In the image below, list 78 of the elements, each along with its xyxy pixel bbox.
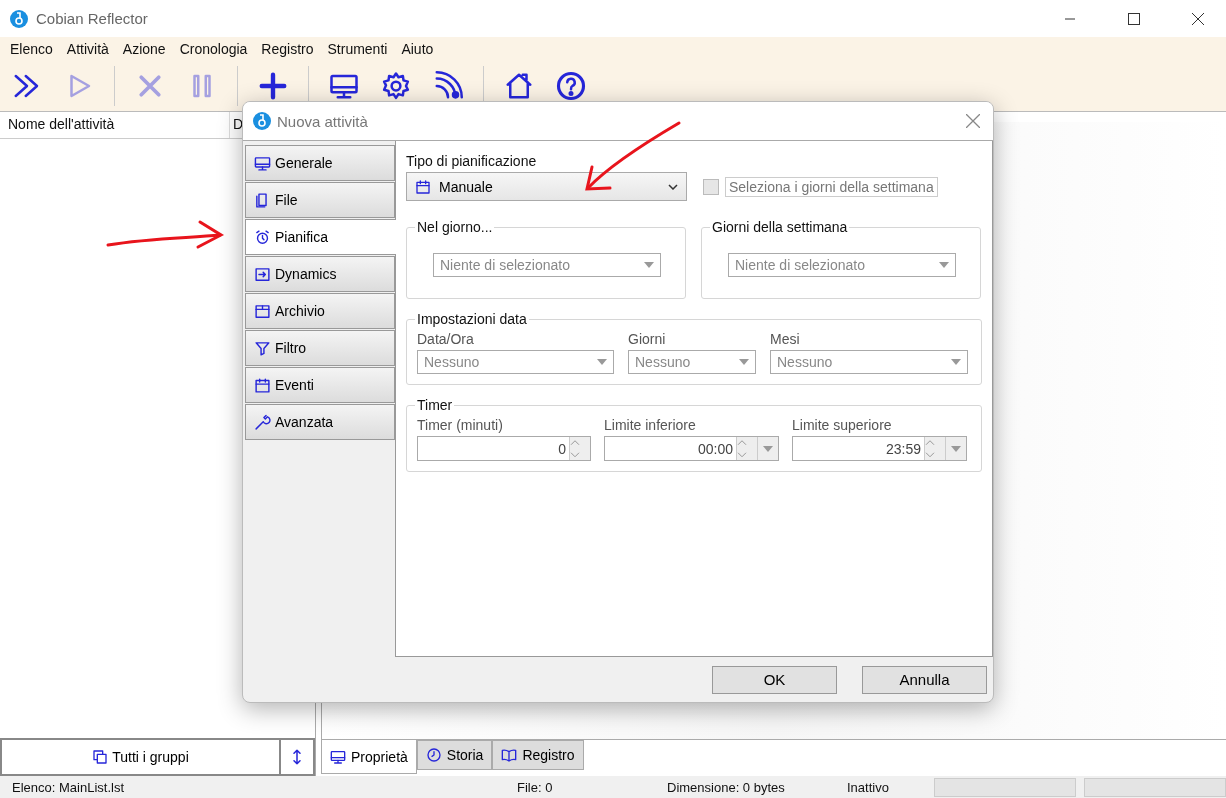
wrench-icon [254,413,271,431]
field-label: Limite superiore [792,417,893,433]
field-label: Mesi [770,331,801,347]
filter-icon [254,339,271,357]
field-label: Giorni [628,331,667,347]
monitor-icon [330,748,346,765]
column-header[interactable]: Nome dell'attività [0,112,230,138]
caret-icon [951,359,961,365]
status-text: Inattivo [847,779,889,795]
maximize-icon[interactable] [1128,12,1140,25]
gear-icon [381,71,411,101]
group-title: Nel giorno... [416,219,494,235]
field-label: Timer (minuti) [417,417,504,433]
dropdown[interactable]: Nessuno [770,350,968,374]
book-icon [501,747,518,763]
signal-icon [433,71,463,101]
chevron-icon [668,183,678,190]
disc-logo-icon [10,9,28,28]
caret-icon [739,359,749,365]
menu-item[interactable]: Azione [115,41,173,57]
tab[interactable]: Dynamics [245,256,395,292]
dialog-button[interactable]: OK [712,665,837,694]
question-icon [556,71,586,101]
menu-item[interactable]: Strumenti [320,41,395,57]
dialog-button[interactable]: Annulla [862,665,987,694]
tab[interactable]: Avanzata [245,404,395,440]
menu-item[interactable]: Attività [59,41,116,57]
alarm-clock-icon [254,228,271,246]
house-icon [504,71,534,101]
dropdown[interactable]: Nessuno [417,350,614,374]
checkbox-label: Seleziona i giorni della settimana [725,176,938,197]
tab[interactable]: Eventi [245,367,395,403]
field-label: Data/Ora [417,331,475,347]
tab[interactable]: Archivio [245,293,395,329]
caret-icon [763,445,773,452]
group-title: Impostazioni data [416,311,528,327]
tab[interactable]: Registro [492,740,584,770]
caret-icon [939,262,949,268]
dropdown[interactable]: Nessuno [628,350,756,374]
tab[interactable]: Proprietà [321,740,417,774]
menu-item[interactable]: Registro [254,41,321,57]
clock-icon [425,747,442,763]
field-label: Tipo di pianificazione [406,153,538,169]
close-icon[interactable] [1192,12,1204,25]
monitor-icon [254,154,271,172]
group-title: Timer [416,397,454,413]
spin-field[interactable]: 00:00 [604,436,779,461]
caret-icon [597,359,607,365]
schedule-type-dropdown[interactable]: Manuale [406,172,687,201]
dropdown[interactable]: Niente di selezionato [728,253,956,277]
toolbar-button[interactable] [554,69,588,103]
disc-logo-icon [253,112,271,130]
tab[interactable]: Pianifica [245,219,396,255]
spin-field[interactable]: 23:59 [792,436,967,461]
caret-icon [644,262,654,268]
dialog-title: Nuova attività [277,112,369,130]
plus-icon [258,71,288,101]
tab[interactable]: File [245,182,395,218]
spin-field[interactable]: 0 [417,436,591,461]
tab[interactable]: Generale [245,145,395,181]
status-text: Elenco: MainList.lst [12,779,124,795]
menu-item[interactable]: Aiuto [394,41,441,57]
tab[interactable]: Storia [416,740,493,770]
status-text: Dimensione: 0 bytes [667,779,785,795]
calendar-icon [415,178,431,195]
status-text: File: 0 [517,779,553,795]
group-title: Giorni della settimana [711,219,849,235]
copies-icon [92,749,109,765]
calendar-icon [254,376,271,394]
menu-item[interactable]: Cronologia [172,41,255,57]
caret-icon [951,445,961,452]
tab[interactable]: Filtro [245,330,395,366]
arrow-box-icon [254,265,271,283]
menu-item[interactable]: Elenco [3,41,60,57]
field-label: Limite inferiore [604,417,697,433]
window-title: Cobian Reflector [36,10,149,27]
dropdown[interactable]: Niente di selezionato [433,253,661,277]
box-icon [254,302,271,320]
